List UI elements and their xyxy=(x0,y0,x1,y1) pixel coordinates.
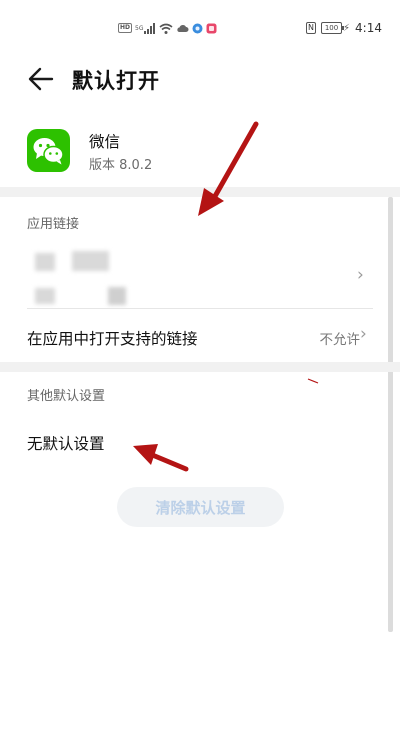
open-supported-links-row[interactable]: 在应用中打开支持的链接 不允许 › xyxy=(0,318,386,358)
cloud-icon xyxy=(177,25,189,32)
status-bar: HD 5G N 100 ⚡ 4:14 xyxy=(0,0,400,50)
arrow-left-icon xyxy=(28,67,54,91)
status-icons-right: N 100 ⚡ 4:14 xyxy=(306,20,382,36)
app-version: 版本 8.0.2 xyxy=(89,158,153,173)
annotation-mark xyxy=(307,378,319,384)
scroll-edge xyxy=(388,197,393,632)
battery-indicator: 100 ⚡ xyxy=(321,22,350,34)
app-notification-icon-2 xyxy=(206,23,217,33)
status-icons-left: HD 5G xyxy=(118,21,217,35)
cellular-signal-icon xyxy=(144,22,156,34)
row-divider xyxy=(27,308,373,309)
section-divider xyxy=(0,362,400,372)
section-label-app-links: 应用链接 xyxy=(27,217,80,232)
no-default-status: 无默认设置 xyxy=(27,435,105,453)
section-divider xyxy=(0,187,400,197)
redacted-domain xyxy=(72,251,109,271)
clear-defaults-button: 清除默认设置 xyxy=(117,487,284,527)
app-name: 微信 xyxy=(89,133,121,151)
redacted-domain xyxy=(108,287,126,305)
open-supported-links-label: 在应用中打开支持的链接 xyxy=(27,330,198,348)
annotation-overlay xyxy=(133,121,319,472)
open-supported-links-value: 不允许 xyxy=(319,332,361,348)
redacted-domain xyxy=(35,288,55,304)
section-label-other-defaults: 其他默认设置 xyxy=(27,389,106,404)
app-notification-icon xyxy=(192,23,203,33)
chevron-right-icon: › xyxy=(357,265,364,285)
hd-badge: HD xyxy=(118,23,133,33)
wechat-icon xyxy=(27,129,70,172)
charging-bolt-icon: ⚡ xyxy=(343,22,351,34)
nfc-icon: N xyxy=(306,22,317,34)
redacted-domain xyxy=(35,253,55,271)
status-time: 4:14 xyxy=(355,21,382,35)
annotation-arrow-icon xyxy=(133,444,189,472)
battery-icon: 100 xyxy=(321,22,345,34)
annotation-arrow-icon xyxy=(198,121,259,216)
wechat-bubbles-icon xyxy=(33,138,64,165)
wifi-icon xyxy=(159,23,173,34)
page-title: 默认打开 xyxy=(72,69,160,93)
chevron-right-icon: › xyxy=(360,324,367,344)
network-type-label: 5G xyxy=(135,24,144,32)
back-button[interactable] xyxy=(26,64,56,94)
app-link-domains-row[interactable]: › xyxy=(0,245,386,308)
